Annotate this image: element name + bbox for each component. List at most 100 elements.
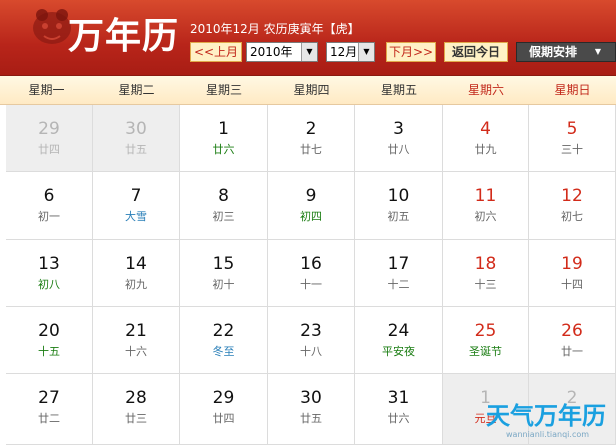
lunar-date-label: 大雪 [125, 210, 147, 223]
calendar-day-cell[interactable]: 10 初五 [355, 172, 443, 240]
day-number: 1 [218, 119, 229, 139]
calendar-day-cell[interactable]: 27 廿二 [6, 374, 93, 445]
calendar-day-cell[interactable]: 15 初十 [180, 240, 268, 307]
lunar-date-label: 十一 [300, 278, 322, 291]
lunar-date-label: 廿八 [387, 143, 410, 156]
day-number: 27 [38, 388, 60, 408]
lunar-date-label: 初六 [474, 210, 497, 223]
day-number: 14 [125, 254, 147, 274]
lunar-date-label: 廿四 [38, 143, 60, 156]
calendar-day-cell[interactable]: 13 初八 [6, 240, 93, 307]
calendar-day-cell[interactable]: 30 廿五 [93, 105, 180, 172]
lunar-date-label: 初十 [212, 278, 235, 291]
calendar-day-cell[interactable]: 20 十五 [6, 307, 93, 374]
calendar-day-cell[interactable]: 28 廿三 [93, 374, 180, 445]
lunar-date-label: 廿四 [212, 412, 235, 425]
day-number: 7 [130, 186, 142, 206]
chevron-down-icon[interactable]: ▼ [358, 43, 374, 61]
holiday-schedule-dropdown[interactable]: 假期安排 ▼ [516, 42, 616, 62]
weekday-label: 星期四 [293, 83, 330, 97]
calendar-day-cell[interactable]: 24 平安夜 [355, 307, 443, 374]
day-number: 10 [387, 186, 410, 206]
lunar-date-label: 十二 [387, 278, 410, 291]
calendar-day-cell[interactable]: 6 初一 [6, 172, 93, 240]
lunar-date-label: 廿五 [300, 412, 322, 425]
calendar-day-cell[interactable]: 29 廿四 [180, 374, 268, 445]
weekday-label: 星期五 [380, 83, 417, 97]
calendar-day-cell[interactable]: 29 廿四 [6, 105, 93, 172]
lunar-date-label: 初八 [38, 278, 60, 291]
lunar-date-label: 廿九 [474, 143, 497, 156]
day-number: 22 [212, 321, 235, 341]
day-number: 5 [566, 119, 578, 139]
calendar-day-cell[interactable]: 7 大雪 [93, 172, 180, 240]
calendar-day-cell[interactable]: 5 三十 [529, 105, 616, 172]
day-number: 12 [561, 186, 583, 206]
calendar-day-cell[interactable]: 26 廿一 [529, 307, 616, 374]
year-select-value: 2010年 [250, 45, 293, 59]
calendar-day-cell[interactable]: 19 十四 [529, 240, 616, 307]
year-select[interactable]: 2010年 ▼ [246, 42, 318, 62]
lunar-date-label: 冬至 [212, 345, 235, 358]
weekday-label: 星期六 [467, 83, 504, 97]
lunar-date-label: 初九 [125, 278, 147, 291]
calendar-day-cell[interactable]: 12 初七 [529, 172, 616, 240]
chevron-down-icon: ▼ [594, 47, 601, 56]
calendar-day-cell[interactable]: 8 初三 [180, 172, 268, 240]
calendar-day-cell[interactable]: 21 十六 [93, 307, 180, 374]
calendar-day-cell[interactable]: 2 廿七 [268, 105, 355, 172]
lunar-date-label: 廿三 [125, 412, 147, 425]
day-number: 3 [393, 119, 404, 139]
calendar-day-cell[interactable]: 1 廿六 [180, 105, 268, 172]
calendar-day-cell[interactable]: 23 十八 [268, 307, 355, 374]
day-number: 29 [38, 119, 60, 139]
calendar-day-cell[interactable]: 4 廿九 [443, 105, 529, 172]
day-number: 16 [300, 254, 322, 274]
back-to-today-button[interactable]: 返回今日 [444, 42, 508, 62]
calendar-day-cell[interactable]: 9 初四 [268, 172, 355, 240]
lunar-date-label: 初七 [561, 210, 583, 223]
prev-month-button[interactable]: <<上月 [190, 42, 242, 62]
lunar-date-label: 三十 [561, 143, 583, 156]
calendar-day-cell[interactable]: 17 十二 [355, 240, 443, 307]
calendar-day-cell[interactable]: 16 十一 [268, 240, 355, 307]
month-select[interactable]: 12月 ▼ [326, 42, 375, 62]
day-number: 28 [125, 388, 147, 408]
day-number: 11 [474, 186, 497, 206]
day-number: 2 [305, 119, 317, 139]
calendar-day-cell[interactable]: 14 初九 [93, 240, 180, 307]
lunar-date-label: 廿六 [387, 412, 410, 425]
day-number: 26 [561, 321, 583, 341]
lunar-date-label: 廿二 [38, 412, 60, 425]
lunar-year-title: 2010年12月 农历庚寅年【虎】 [190, 22, 360, 36]
lunar-date-label: 廿一 [561, 345, 583, 358]
calendar-day-cell[interactable]: 18 十三 [443, 240, 529, 307]
calendar-day-cell[interactable]: 22 冬至 [180, 307, 268, 374]
day-number: 9 [305, 186, 317, 206]
weekday-label: 星期二 [118, 83, 155, 97]
lunar-date-label: 十四 [561, 278, 583, 291]
lunar-date-label: 十三 [474, 278, 497, 291]
next-month-button[interactable]: 下月>> [386, 42, 436, 62]
lunar-date-label: 十八 [300, 345, 322, 358]
calendar-day-cell[interactable]: 30 廿五 [268, 374, 355, 445]
calendar-day-cell[interactable]: 1 元旦 [443, 374, 529, 445]
calendar-day-cell[interactable]: 31 廿六 [355, 374, 443, 445]
calendar-day-cell[interactable]: 2 [529, 374, 616, 445]
day-number: 21 [125, 321, 147, 341]
calendar-day-cell[interactable]: 11 初六 [443, 172, 529, 240]
lunar-date-label: 圣诞节 [469, 345, 502, 358]
calendar-day-cell[interactable]: 3 廿八 [355, 105, 443, 172]
lunar-date-label: 十五 [38, 345, 60, 358]
weekday-label: 星期日 [554, 83, 591, 97]
day-number: 4 [480, 119, 491, 139]
lunar-date-label: 初三 [212, 210, 235, 223]
day-number: 23 [300, 321, 322, 341]
day-number: 24 [387, 321, 410, 341]
calendar-day-cell[interactable]: 25 圣诞节 [443, 307, 529, 374]
app-logo-text: 万年历 [68, 15, 180, 57]
day-number: 2 [566, 388, 578, 408]
lunar-date-label: 平安夜 [382, 345, 415, 358]
chevron-down-icon[interactable]: ▼ [301, 43, 317, 61]
calendar-grid: 29 廿四 30 廿五 1 廿六 2 廿七 3 廿八 4 廿九 5 三十 6 初一 7 大雪 8 初三 9 初四 10 初五 1… [6, 105, 616, 445]
